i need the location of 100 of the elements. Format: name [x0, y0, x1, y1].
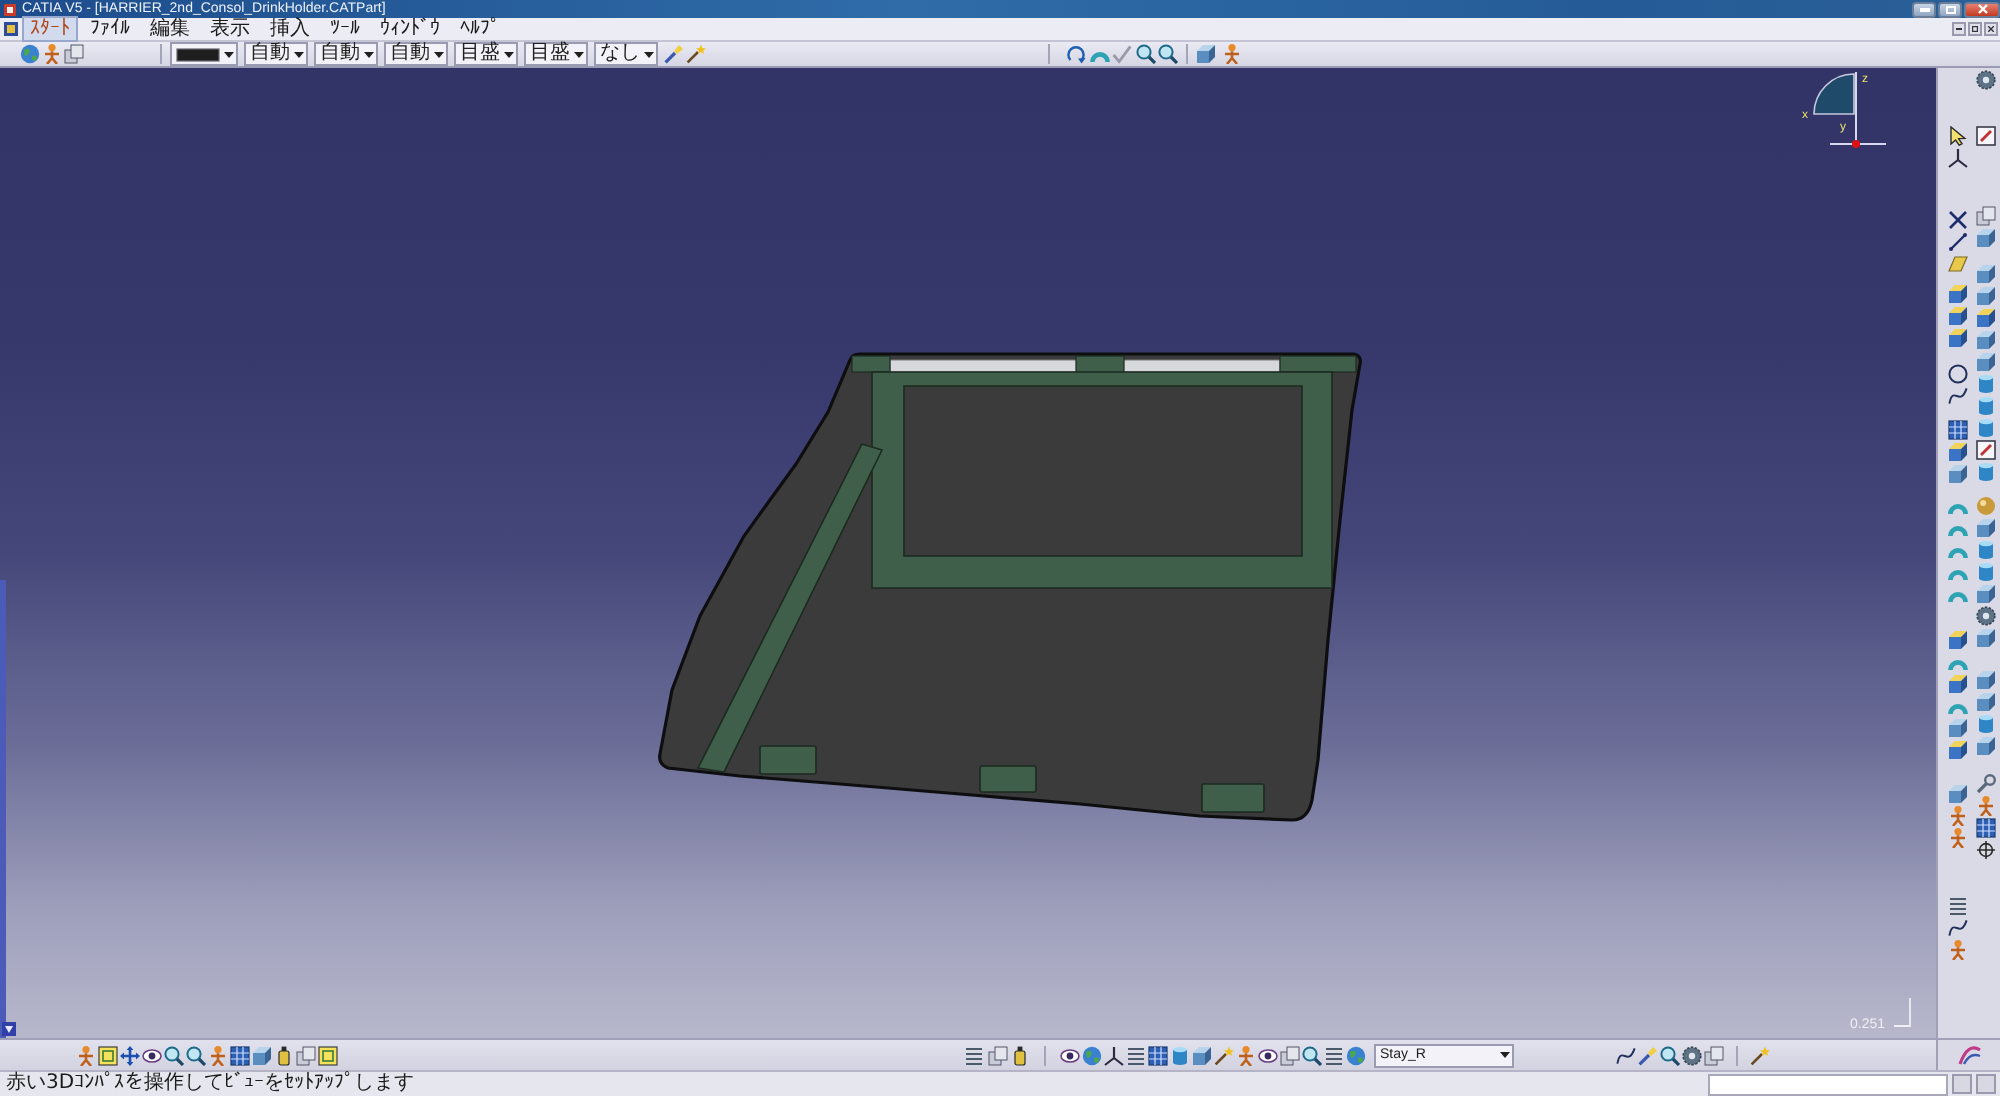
cube-icon[interactable]	[1948, 718, 1968, 738]
grid-icon[interactable]	[1976, 818, 1996, 838]
cube-icon[interactable]	[1976, 330, 1996, 350]
dropdown[interactable]: 目盛	[454, 42, 518, 66]
minimize-button[interactable]	[1952, 22, 1966, 36]
cube-icon[interactable]	[1976, 584, 1996, 604]
check-icon[interactable]	[1112, 44, 1132, 64]
line-icon[interactable]	[1948, 232, 1968, 252]
magnifier-icon[interactable]	[164, 1045, 184, 1065]
close-button[interactable]	[1964, 1, 2000, 17]
prism-icon[interactable]	[1976, 308, 1996, 328]
figure-icon[interactable]	[1948, 806, 1968, 826]
cube-icon[interactable]	[252, 1045, 272, 1065]
figure-icon[interactable]	[208, 1045, 228, 1065]
caret-icon[interactable]	[364, 51, 374, 57]
dropdown[interactable]: 自動	[384, 42, 448, 66]
axes-icon[interactable]	[1104, 1045, 1124, 1065]
gear-icon[interactable]	[1976, 70, 1996, 90]
figure-icon[interactable]	[76, 1045, 96, 1065]
wrench-icon[interactable]	[1976, 774, 1996, 794]
figure-icon[interactable]	[1948, 828, 1968, 848]
prism-icon[interactable]	[1948, 740, 1968, 760]
cylinder-icon[interactable]	[1976, 418, 1996, 438]
menu-item[interactable]: ﾂｰﾙ	[322, 16, 368, 42]
figure-icon[interactable]	[1976, 796, 1996, 816]
menu-item[interactable]: ｳｨﾝﾄﾞｳ	[372, 16, 448, 42]
cube-icon[interactable]	[1976, 228, 1996, 248]
prism-icon[interactable]	[1948, 630, 1968, 650]
brush-icon[interactable]	[664, 44, 684, 64]
plane-icon[interactable]	[1948, 254, 1968, 274]
cube-icon[interactable]	[1976, 736, 1996, 756]
prism-icon[interactable]	[1948, 284, 1968, 304]
crosshair-icon[interactable]	[1976, 840, 1996, 860]
wand-icon[interactable]	[1214, 1045, 1234, 1065]
magnifier-icon[interactable]	[1135, 44, 1155, 64]
menu-item[interactable]: ﾍﾙﾌﾟ	[452, 16, 508, 42]
tree-toggle-icon[interactable]	[2, 1022, 16, 1036]
magnifier-icon[interactable]	[1302, 1045, 1322, 1065]
cylinder-icon[interactable]	[1976, 714, 1996, 734]
stack-icon[interactable]	[64, 44, 84, 64]
cube-icon[interactable]	[1976, 628, 1996, 648]
caret-icon[interactable]	[294, 51, 304, 57]
input-field[interactable]	[1708, 1073, 1948, 1095]
menu-item[interactable]: 表示	[202, 16, 258, 42]
circle-icon[interactable]	[1948, 364, 1968, 384]
magnifier-icon[interactable]	[186, 1045, 206, 1065]
curve-icon[interactable]	[1616, 1045, 1636, 1065]
cube-icon[interactable]	[1976, 352, 1996, 372]
menu-item[interactable]: ﾌｧｲﾙ	[82, 16, 138, 42]
figure-icon[interactable]	[1222, 44, 1242, 64]
gear-icon[interactable]	[1976, 606, 1996, 626]
cube-icon[interactable]	[1976, 518, 1996, 538]
logo-icon[interactable]	[1957, 1044, 1981, 1066]
caret-icon[interactable]	[504, 51, 514, 57]
maximize-button[interactable]	[1938, 1, 1962, 17]
cube-icon[interactable]	[1976, 670, 1996, 690]
brush-icon[interactable]	[1638, 1045, 1658, 1065]
cube-icon[interactable]	[1948, 784, 1968, 804]
cylinder-icon[interactable]	[1976, 374, 1996, 394]
globe-icon[interactable]	[20, 44, 40, 64]
cube-icon[interactable]	[1976, 692, 1996, 712]
move-arrows-icon[interactable]	[120, 1045, 140, 1065]
gear-icon[interactable]	[1682, 1045, 1702, 1065]
restore-button[interactable]	[1968, 22, 1982, 36]
wand-icon[interactable]	[1750, 1045, 1770, 1065]
frame-icon[interactable]	[318, 1045, 338, 1065]
color-dropdown[interactable]	[170, 42, 238, 66]
cylinder-icon[interactable]	[1170, 1045, 1190, 1065]
document-icon[interactable]	[4, 22, 18, 36]
prism-icon[interactable]	[1948, 306, 1968, 326]
dropdown[interactable]: なし	[594, 42, 658, 66]
menu-item[interactable]: 挿入	[262, 16, 318, 42]
list-icon[interactable]	[964, 1045, 984, 1065]
menu-item[interactable]: ｽﾀｰﾄ	[22, 16, 78, 42]
menu-item[interactable]: 編集	[142, 16, 198, 42]
globe-icon[interactable]	[1346, 1045, 1366, 1065]
magnifier-icon[interactable]	[1158, 44, 1178, 64]
frame-icon[interactable]	[98, 1045, 118, 1065]
cross-icon[interactable]	[1948, 210, 1968, 230]
list-icon[interactable]	[1948, 896, 1968, 916]
dropdown[interactable]: 自動	[314, 42, 378, 66]
cylinder-icon[interactable]	[1976, 562, 1996, 582]
caret-icon[interactable]	[434, 51, 444, 57]
cylinder-icon[interactable]	[1976, 462, 1996, 482]
cube-icon[interactable]	[1976, 286, 1996, 306]
list-icon[interactable]	[1324, 1045, 1344, 1065]
cube-icon[interactable]	[1196, 44, 1216, 64]
wand-icon[interactable]	[686, 44, 706, 64]
dropdown[interactable]: 自動	[244, 42, 308, 66]
cylinder-icon[interactable]	[1976, 396, 1996, 416]
figure-icon[interactable]	[42, 44, 62, 64]
magnifier-icon[interactable]	[1660, 1045, 1680, 1065]
cube-icon[interactable]	[1192, 1045, 1212, 1065]
close-button[interactable]	[1984, 22, 1998, 36]
curve-icon[interactable]	[1948, 918, 1968, 938]
caret-icon[interactable]	[224, 51, 234, 57]
compass-drawing[interactable]	[1813, 71, 1887, 148]
pencil-square-icon[interactable]	[1976, 440, 1996, 460]
stack-icon[interactable]	[1976, 206, 1996, 226]
prism-icon[interactable]	[1948, 328, 1968, 348]
